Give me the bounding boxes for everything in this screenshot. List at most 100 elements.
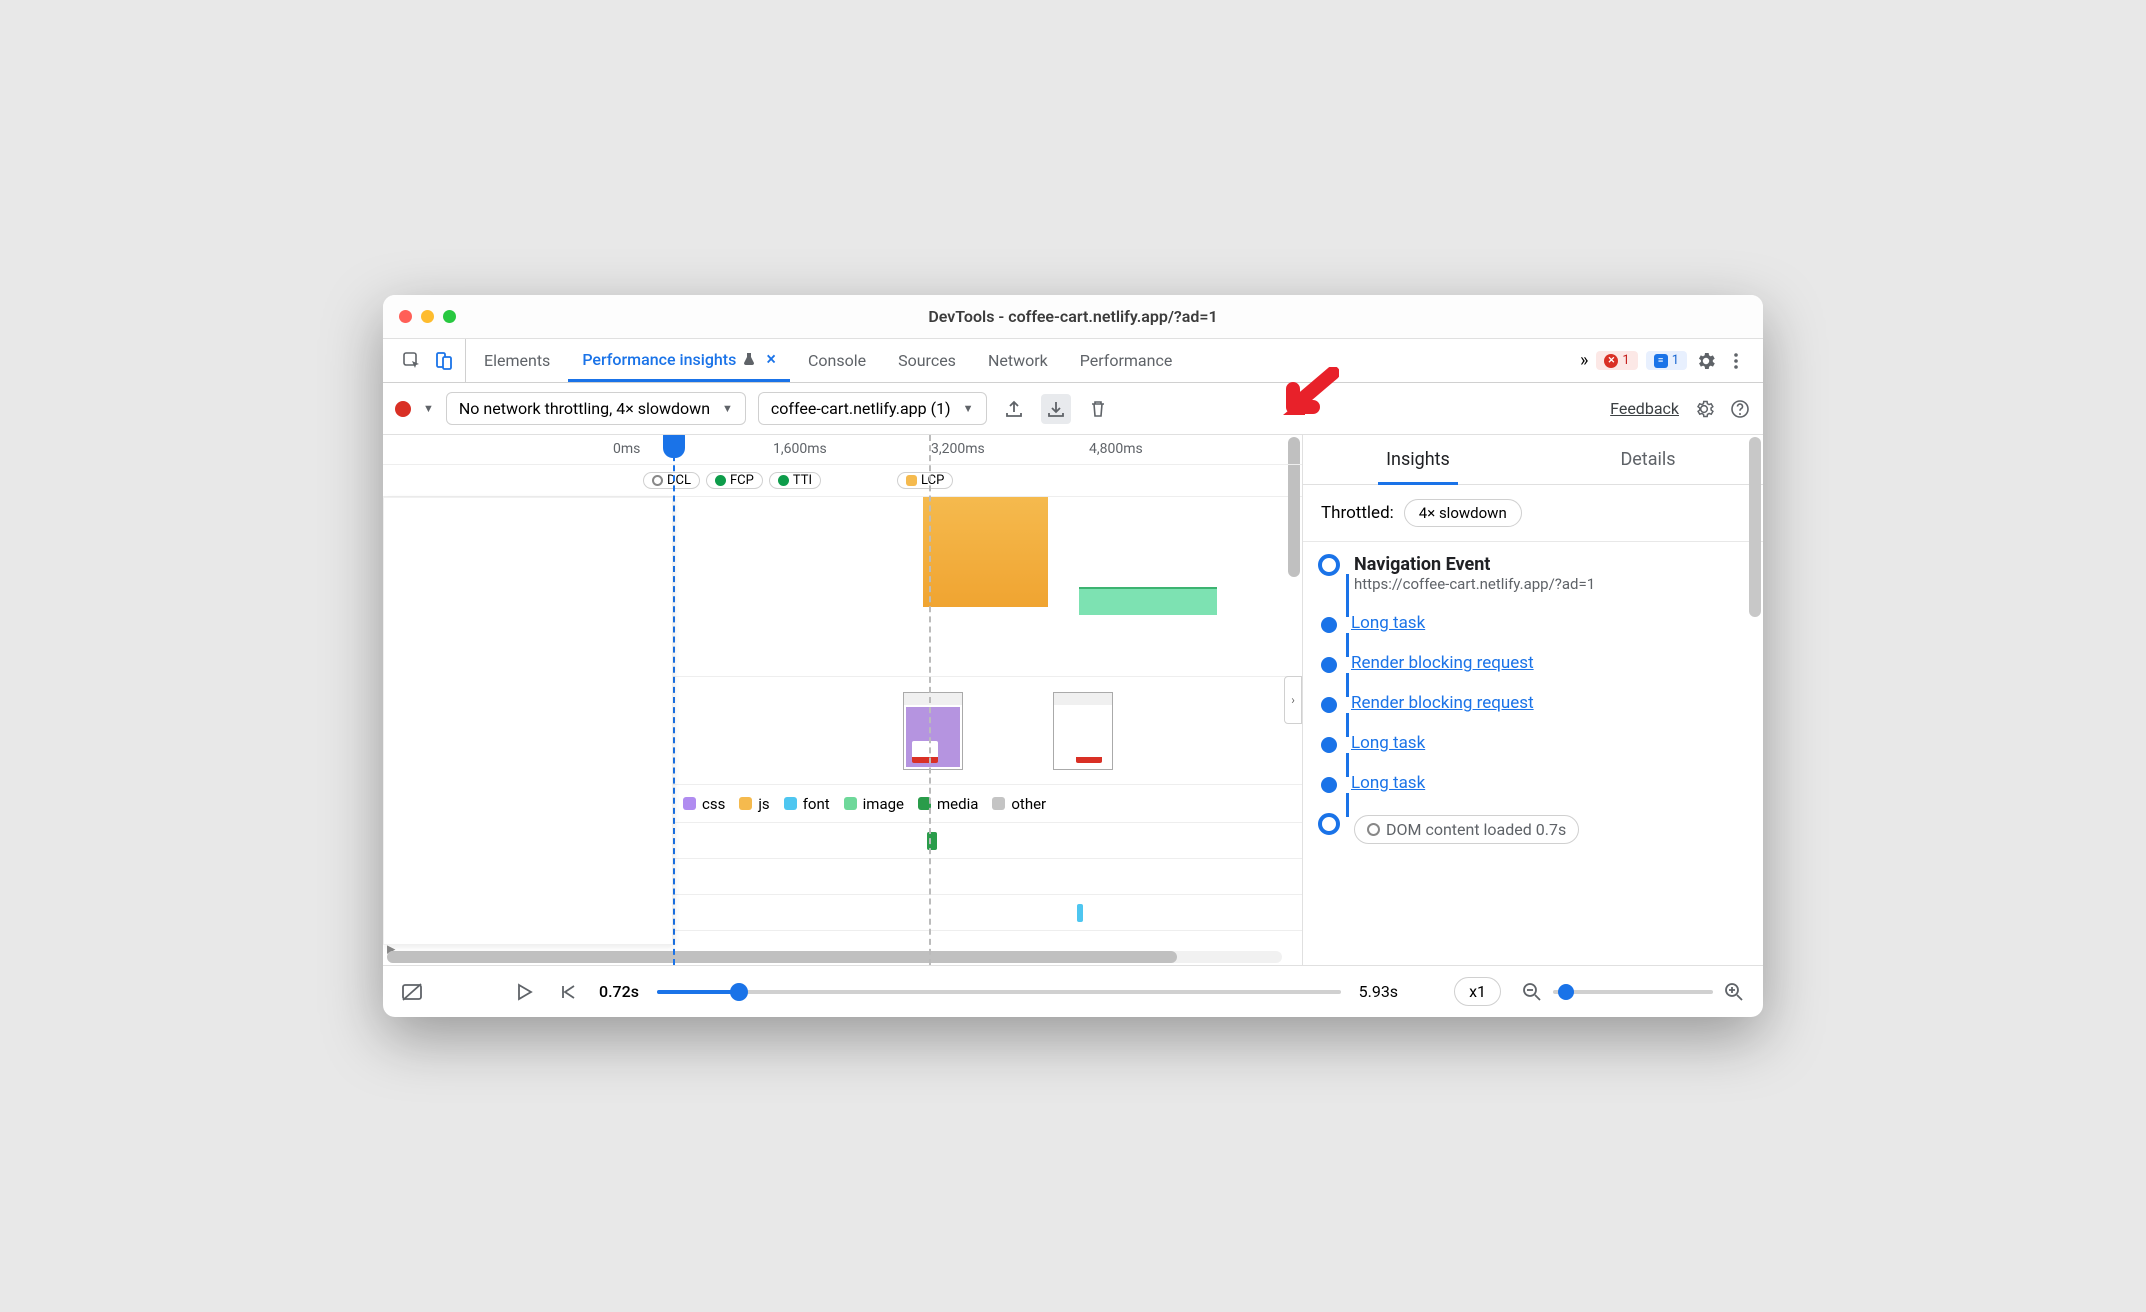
record-dropdown-caret[interactable]: ▼: [423, 402, 434, 415]
event-link[interactable]: Render blocking request: [1351, 653, 1534, 673]
marker-tti[interactable]: TTI: [769, 472, 821, 489]
time-ruler: 0ms 1,600ms 3,200ms 4,800ms: [383, 435, 1302, 465]
legend-media: media: [918, 795, 978, 813]
event-dot-icon: [1318, 554, 1340, 576]
event-link[interactable]: Render blocking request: [1351, 693, 1534, 713]
minimize-window-button[interactable]: [421, 310, 434, 323]
message-count: 1: [1672, 353, 1679, 368]
timeline-horizontal-scrollbar[interactable]: [387, 951, 1282, 963]
event-title: Navigation Event: [1354, 554, 1595, 575]
marker-label: TTI: [793, 473, 812, 488]
tab-elements[interactable]: Elements: [470, 339, 564, 382]
chevron-down-icon: ▼: [722, 402, 733, 415]
error-badge[interactable]: ✕ 1: [1596, 351, 1637, 370]
markers-row: DCL FCP TTI LCP: [383, 465, 1302, 497]
time-tick: 0ms: [613, 441, 640, 457]
marker-lcp[interactable]: LCP: [897, 472, 953, 489]
tab-details[interactable]: Details: [1533, 435, 1763, 484]
event-dot-icon: [1321, 697, 1337, 713]
inspect-element-icon[interactable]: [401, 350, 423, 372]
throttle-select-label: No network throttling, 4× slowdown: [459, 399, 710, 418]
error-count: 1: [1622, 353, 1629, 368]
fcp-dot-icon: [715, 475, 726, 486]
panel-collapse-handle[interactable]: ›: [1284, 676, 1302, 724]
insights-toolbar: ▼ No network throttling, 4× slowdown ▼ c…: [383, 383, 1763, 435]
event-render-blocking[interactable]: Render blocking request: [1321, 693, 1749, 733]
error-icon: ✕: [1604, 354, 1618, 368]
scrollbar-thumb[interactable]: [387, 951, 1177, 963]
zoom-slider[interactable]: [1553, 990, 1713, 994]
tab-sources[interactable]: Sources: [884, 339, 970, 382]
event-dot-icon: [1321, 737, 1337, 753]
export-button[interactable]: [999, 394, 1029, 424]
main-tabbar: Elements Performance insights × Console …: [383, 339, 1763, 383]
empty-overlay: [383, 497, 673, 945]
close-tab-icon[interactable]: ×: [762, 349, 776, 370]
timeline-panel: 0ms 1,600ms 3,200ms 4,800ms DCL FCP TTI: [383, 435, 1303, 965]
time-tick: 4,800ms: [1089, 441, 1143, 457]
record-button[interactable]: [395, 401, 411, 417]
panel-settings-gear-icon[interactable]: [1693, 398, 1715, 420]
recording-select[interactable]: coffee-cart.netlify.app (1) ▼: [758, 392, 987, 425]
play-button[interactable]: [511, 979, 537, 1005]
tab-network[interactable]: Network: [974, 339, 1062, 382]
tab-console[interactable]: Console: [794, 339, 880, 382]
skip-to-start-button[interactable]: [555, 979, 581, 1005]
hollow-circle-icon: [1367, 823, 1380, 836]
flame-block-scripting: [923, 497, 1048, 607]
event-link[interactable]: Long task: [1351, 773, 1425, 793]
marker-label: DCL: [667, 473, 691, 488]
more-tabs-button[interactable]: »: [1580, 350, 1588, 371]
event-url: https://coffee-cart.netlify.app/?ad=1: [1354, 575, 1595, 593]
zoom-in-button[interactable]: [1721, 979, 1747, 1005]
legend-font: font: [784, 795, 830, 813]
devtools-window: DevTools - coffee-cart.netlify.app/?ad=1…: [383, 295, 1763, 1017]
recording-select-label: coffee-cart.netlify.app (1): [771, 399, 951, 418]
event-link[interactable]: Long task: [1351, 613, 1425, 633]
event-long-task[interactable]: Long task: [1321, 773, 1749, 813]
secondary-marker-line: [929, 435, 931, 965]
dom-content-loaded-chip[interactable]: DOM content loaded 0.7s: [1354, 815, 1579, 844]
replay-disabled-icon[interactable]: [399, 979, 425, 1005]
throttle-select[interactable]: No network throttling, 4× slowdown ▼: [446, 392, 746, 425]
message-badge[interactable]: ≡ 1: [1646, 351, 1687, 370]
marker-dcl[interactable]: DCL: [643, 472, 700, 489]
event-long-task[interactable]: Long task: [1321, 733, 1749, 773]
filmstrip-thumbnail[interactable]: [1053, 692, 1113, 770]
zoom-slider-thumb[interactable]: [1558, 984, 1574, 1000]
event-link[interactable]: Long task: [1351, 733, 1425, 753]
insights-panel: Insights Details Throttled: 4× slowdown …: [1303, 435, 1763, 965]
filmstrip-thumbnail[interactable]: [903, 692, 963, 770]
throttled-label: Throttled:: [1321, 503, 1394, 523]
playhead-handle[interactable]: [663, 435, 685, 458]
zoom-level-pill[interactable]: x1: [1454, 977, 1501, 1006]
kebab-menu-icon[interactable]: [1725, 350, 1747, 372]
legend-css: css: [683, 795, 725, 813]
import-button[interactable]: [1041, 394, 1071, 424]
tab-performance-insights[interactable]: Performance insights ×: [568, 339, 790, 382]
maximize-window-button[interactable]: [443, 310, 456, 323]
feedback-link[interactable]: Feedback: [1610, 399, 1679, 418]
marker-label: FCP: [730, 473, 754, 488]
settings-gear-icon[interactable]: [1695, 350, 1717, 372]
slider-thumb[interactable]: [730, 983, 748, 1001]
events-list: Navigation Event https://coffee-cart.net…: [1303, 542, 1763, 965]
tab-performance[interactable]: Performance: [1066, 339, 1186, 382]
zoom-out-button[interactable]: [1519, 979, 1545, 1005]
time-tick: 1,600ms: [773, 441, 827, 457]
marker-fcp[interactable]: FCP: [706, 472, 763, 489]
legend-other: other: [992, 795, 1046, 813]
event-long-task[interactable]: Long task: [1321, 613, 1749, 653]
tab-insights[interactable]: Insights: [1303, 435, 1533, 484]
window-title: DevTools - coffee-cart.netlify.app/?ad=1: [928, 307, 1217, 326]
help-icon[interactable]: [1729, 398, 1751, 420]
close-window-button[interactable]: [399, 310, 412, 323]
event-dom-loaded[interactable]: DOM content loaded 0.7s: [1321, 813, 1749, 844]
event-navigation[interactable]: Navigation Event https://coffee-cart.net…: [1321, 554, 1749, 613]
legend-js: js: [739, 795, 769, 813]
event-render-blocking[interactable]: Render blocking request: [1321, 653, 1749, 693]
device-toolbar-icon[interactable]: [433, 350, 455, 372]
delete-button[interactable]: [1083, 394, 1113, 424]
dcl-dot-icon: [652, 475, 663, 486]
playback-slider[interactable]: [657, 990, 1341, 994]
